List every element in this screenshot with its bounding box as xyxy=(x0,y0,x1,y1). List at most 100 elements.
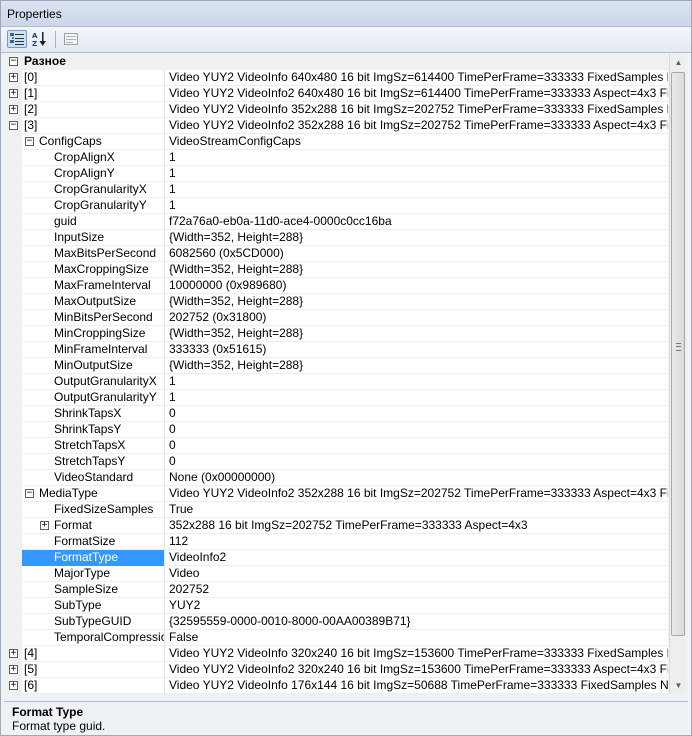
property-name-cell[interactable]: MaxBitsPerSecond xyxy=(22,246,165,262)
property-name-cell[interactable]: InputSize xyxy=(22,230,165,246)
property-value[interactable]: Video YUY2 VideoInfo2 640x480 16 bit Img… xyxy=(167,86,668,102)
property-name-cell[interactable]: MinCroppingSize xyxy=(22,326,165,342)
property-name-cell[interactable]: MajorType xyxy=(22,566,165,582)
property-value[interactable]: 1 xyxy=(167,182,668,198)
property-name-cell[interactable]: CropAlignY xyxy=(22,166,165,182)
expand-icon[interactable]: + xyxy=(40,521,49,530)
property-row[interactable]: − [3] Video YUY2 VideoInfo2 352x288 16 bit… xyxy=(4,118,668,134)
property-name-cell[interactable]: StretchTapsY xyxy=(22,454,165,470)
property-name-cell[interactable]: [4] xyxy=(22,646,165,662)
property-row[interactable]: + [1] Video YUY2 VideoInfo2 640x480 16 bit… xyxy=(4,86,668,102)
property-name-cell[interactable]: MinFrameInterval xyxy=(22,342,165,358)
property-value[interactable]: 112 xyxy=(167,534,668,550)
property-value[interactable]: 0 xyxy=(167,454,668,470)
property-row[interactable]: CropAlignX 1 xyxy=(4,150,668,166)
property-row[interactable]: + Format 352x288 16 bit ImgSz=202752 TimeP… xyxy=(4,518,668,534)
property-name-cell[interactable]: guid xyxy=(22,214,165,230)
property-name-cell[interactable]: FormatType xyxy=(22,550,165,566)
property-value[interactable]: None (0x00000000) xyxy=(167,470,668,486)
property-row[interactable]: StretchTapsY 0 xyxy=(4,454,668,470)
property-row[interactable]: MinCroppingSize {Width=352, Height=288} xyxy=(4,326,668,342)
property-value[interactable]: {Width=352, Height=288} xyxy=(167,230,668,246)
collapse-icon[interactable]: − xyxy=(25,489,34,498)
expand-icon[interactable]: + xyxy=(9,665,18,674)
property-name-cell[interactable]: Разное xyxy=(22,54,668,70)
property-name-cell[interactable]: [5] xyxy=(22,662,165,678)
property-name-cell[interactable]: FormatSize xyxy=(22,534,165,550)
property-value[interactable]: 0 xyxy=(167,406,668,422)
property-value[interactable]: 1 xyxy=(167,150,668,166)
property-name-cell[interactable]: MinOutputSize xyxy=(22,358,165,374)
property-value[interactable]: Video YUY2 VideoInfo2 352x288 16 bit Img… xyxy=(167,118,668,134)
property-name-cell[interactable]: OutputGranularityX xyxy=(22,374,165,390)
vertical-scrollbar[interactable]: ▲ ▼ xyxy=(669,54,686,694)
property-value[interactable]: False xyxy=(167,630,668,646)
property-row[interactable]: + [5] Video YUY2 VideoInfo2 320x240 16 bit… xyxy=(4,662,668,678)
property-row[interactable]: FormatType VideoInfo2 xyxy=(4,550,668,566)
property-row[interactable]: MinFrameInterval 333333 (0x51615) xyxy=(4,342,668,358)
property-row[interactable]: MaxFrameInterval 10000000 (0x989680) xyxy=(4,278,668,294)
property-value[interactable]: 1 xyxy=(167,374,668,390)
expand-icon[interactable]: + xyxy=(9,105,18,114)
property-row[interactable]: CropGranularityX 1 xyxy=(4,182,668,198)
property-row[interactable]: MinBitsPerSecond 202752 (0x31800) xyxy=(4,310,668,326)
property-name-cell[interactable]: FixedSizeSamples xyxy=(22,502,165,518)
expand-icon[interactable]: + xyxy=(9,89,18,98)
property-row[interactable]: MaxBitsPerSecond 6082560 (0x5CD000) xyxy=(4,246,668,262)
property-row[interactable]: + [6] Video YUY2 VideoInfo 176x144 16 bit … xyxy=(4,678,668,694)
alphabetical-button[interactable]: A Z xyxy=(30,30,50,48)
collapse-icon[interactable]: − xyxy=(9,121,18,130)
property-name-cell[interactable]: MaxOutputSize xyxy=(22,294,165,310)
property-value[interactable]: YUY2 xyxy=(167,598,668,614)
property-name-cell[interactable]: ShrinkTapsY xyxy=(22,422,165,438)
property-value[interactable]: {32595559-0000-0010-8000-00AA00389B71} xyxy=(167,614,668,630)
property-value[interactable]: Video YUY2 VideoInfo2 320x240 16 bit Img… xyxy=(167,662,668,678)
property-row[interactable]: VideoStandard None (0x00000000) xyxy=(4,470,668,486)
property-value[interactable]: 0 xyxy=(167,438,668,454)
property-value[interactable]: 352x288 16 bit ImgSz=202752 TimePerFrame… xyxy=(167,518,668,534)
property-value[interactable]: f72a76a0-eb0a-11d0-ace4-0000c0cc16ba xyxy=(167,214,668,230)
property-row[interactable]: MaxOutputSize {Width=352, Height=288} xyxy=(4,294,668,310)
property-value[interactable]: {Width=352, Height=288} xyxy=(167,294,668,310)
property-value[interactable]: Video YUY2 VideoInfo 640x480 16 bit ImgS… xyxy=(167,70,668,86)
property-row[interactable]: + [0] Video YUY2 VideoInfo 640x480 16 bit … xyxy=(4,70,668,86)
property-value[interactable]: 10000000 (0x989680) xyxy=(167,278,668,294)
property-value[interactable]: Video YUY2 VideoInfo 320x240 16 bit ImgS… xyxy=(167,646,668,662)
property-value[interactable]: 1 xyxy=(167,198,668,214)
property-name-cell[interactable]: CropGranularityX xyxy=(22,182,165,198)
property-row[interactable]: + [4] Video YUY2 VideoInfo 320x240 16 bit … xyxy=(4,646,668,662)
property-name-cell[interactable]: − MediaType xyxy=(22,486,165,502)
property-name-cell[interactable]: SampleSize xyxy=(22,582,165,598)
expand-icon[interactable]: + xyxy=(9,681,18,690)
property-row[interactable]: − ConfigCaps VideoStreamConfigCaps xyxy=(4,134,668,150)
property-value[interactable]: Video YUY2 VideoInfo2 352x288 16 bit Img… xyxy=(167,486,668,502)
property-name-cell[interactable]: TemporalCompression xyxy=(22,630,165,646)
property-name-cell[interactable]: SubTypeGUID xyxy=(22,614,165,630)
property-value[interactable]: {Width=352, Height=288} xyxy=(167,358,668,374)
property-row[interactable]: InputSize {Width=352, Height=288} xyxy=(4,230,668,246)
property-row[interactable]: OutputGranularityX 1 xyxy=(4,374,668,390)
property-name-cell[interactable]: [0] xyxy=(22,70,165,86)
property-name-cell[interactable]: StretchTapsX xyxy=(22,438,165,454)
property-grid[interactable]: − Разное + [0] Video YUY2 VideoInfo 640x480 … xyxy=(4,54,668,694)
property-name-cell[interactable]: [2] xyxy=(22,102,165,118)
scroll-thumb[interactable] xyxy=(671,72,685,636)
property-value[interactable]: 1 xyxy=(167,166,668,182)
property-row[interactable]: OutputGranularityY 1 xyxy=(4,390,668,406)
property-value[interactable]: 202752 xyxy=(167,582,668,598)
property-name-cell[interactable]: ShrinkTapsX xyxy=(22,406,165,422)
property-name-cell[interactable]: CropGranularityY xyxy=(22,198,165,214)
property-value[interactable]: 1 xyxy=(167,390,668,406)
categorized-button[interactable] xyxy=(7,30,27,48)
property-value[interactable]: VideoInfo2 xyxy=(167,550,668,566)
property-row[interactable]: SampleSize 202752 xyxy=(4,582,668,598)
property-row[interactable]: ShrinkTapsX 0 xyxy=(4,406,668,422)
collapse-icon[interactable]: − xyxy=(9,57,18,66)
property-row[interactable]: FixedSizeSamples True xyxy=(4,502,668,518)
property-value[interactable]: 6082560 (0x5CD000) xyxy=(167,246,668,262)
property-row[interactable]: guid f72a76a0-eb0a-11d0-ace4-0000c0cc16ba xyxy=(4,214,668,230)
property-value[interactable]: True xyxy=(167,502,668,518)
property-name-cell[interactable]: OutputGranularityY xyxy=(22,390,165,406)
expand-icon[interactable]: + xyxy=(9,649,18,658)
property-pages-button[interactable] xyxy=(61,30,81,48)
